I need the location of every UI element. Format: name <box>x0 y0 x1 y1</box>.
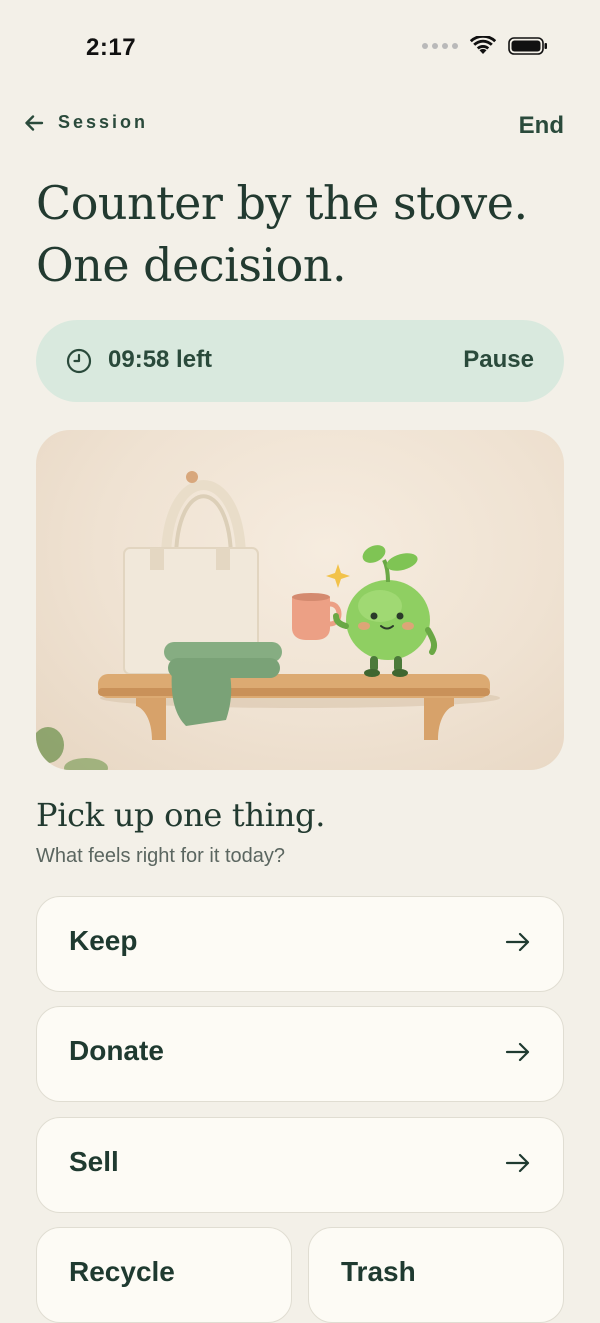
signal-icon <box>422 43 458 49</box>
timer-bar: 09:58 left Pause <box>36 320 564 402</box>
arrow-right-icon <box>505 1042 530 1062</box>
status-bar: 2:17 <box>0 0 600 96</box>
donate-label: Donate <box>69 1035 164 1066</box>
clock-icon <box>66 348 92 374</box>
title-line-2: One decision. <box>36 238 347 292</box>
illustration <box>36 430 564 770</box>
recycle-label: Recycle <box>69 1256 175 1287</box>
battery-icon <box>508 37 547 55</box>
wifi-icon <box>470 36 496 54</box>
arrow-right-icon <box>505 1153 530 1173</box>
timer-text: 09:58 left <box>108 346 213 373</box>
sell-label: Sell <box>69 1146 119 1177</box>
pause-button[interactable]: Pause <box>463 346 534 374</box>
donate-button[interactable]: Donate <box>36 1006 564 1102</box>
recycle-button[interactable]: Recycle <box>36 1227 292 1323</box>
prompt-subtitle: What feels right for it today? <box>36 845 286 867</box>
sell-button[interactable]: Sell <box>36 1117 564 1213</box>
end-button[interactable]: End <box>519 112 564 140</box>
back-button[interactable]: Session <box>24 112 148 133</box>
prompt-title: Pick up one thing. <box>36 796 326 834</box>
shelf-scene-image <box>36 471 500 770</box>
status-icons <box>422 36 548 56</box>
title-line-1: Counter by the stove. <box>36 176 528 230</box>
keep-button[interactable]: Keep <box>36 896 564 992</box>
back-arrow-icon <box>25 114 44 131</box>
back-label: Session <box>58 112 149 132</box>
status-time: 2:17 <box>86 34 137 61</box>
page-title: Counter by the stove. One decision. <box>36 172 576 296</box>
arrow-right-icon <box>505 932 530 952</box>
trash-button[interactable]: Trash <box>308 1227 564 1323</box>
keep-label: Keep <box>69 925 138 956</box>
top-nav: Session End <box>0 110 600 142</box>
trash-label: Trash <box>341 1256 416 1287</box>
